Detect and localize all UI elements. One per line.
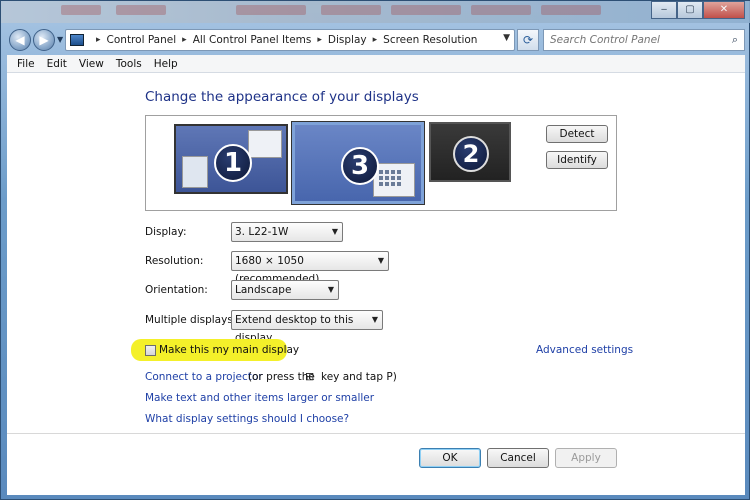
detect-button[interactable]: Detect — [546, 125, 608, 143]
breadcrumb-separator-icon: ▸ — [96, 35, 101, 45]
page-title: Change the appearance of your displays — [145, 89, 419, 105]
connect-projector-link[interactable]: Connect to a projector — [145, 371, 263, 383]
breadcrumb-separator-icon: ▸ — [182, 35, 187, 45]
chevron-down-icon[interactable]: ▼ — [503, 33, 510, 43]
display-help-link[interactable]: What display settings should I choose? — [145, 413, 349, 425]
projector-note-suffix: key and tap P) — [321, 371, 397, 383]
main-display-checkbox[interactable] — [145, 344, 156, 356]
monitor-window-preview — [373, 163, 415, 197]
windows-logo-icon: ⊞ — [305, 370, 315, 383]
divider — [7, 433, 745, 434]
monitor-arrangement-panel: 1 3 2 Detect Identify — [145, 115, 617, 211]
display-select[interactable]: 3. L22-1W ▼ — [231, 222, 343, 242]
monitor-window-preview — [182, 156, 208, 188]
refresh-button[interactable]: ⟳ — [517, 29, 539, 51]
multiple-displays-select[interactable]: Extend desktop to this display ▼ — [231, 310, 383, 344]
close-button[interactable]: ✕ — [703, 1, 745, 19]
breadcrumb-control-panel[interactable]: Control Panel — [107, 34, 177, 46]
caption-buttons: ‒ ▢ ✕ — [651, 1, 745, 19]
display-select-value: 3. L22-1W — [235, 226, 289, 238]
monitor-3-selected[interactable]: 3 — [291, 121, 425, 205]
maximize-button[interactable]: ▢ — [677, 1, 703, 19]
monitor-1[interactable]: 1 — [174, 124, 288, 194]
forward-arrow-icon: ▶ — [39, 33, 49, 47]
cancel-button[interactable]: Cancel — [487, 448, 549, 468]
resolution-label: Resolution: — [145, 255, 204, 267]
app-grid-icon — [379, 170, 401, 186]
display-label: Display: — [145, 226, 187, 238]
menu-bar: File Edit View Tools Help — [7, 55, 745, 73]
identify-button[interactable]: Identify — [546, 151, 608, 169]
recent-pages-dropdown-icon[interactable]: ▼ — [57, 35, 63, 44]
menu-tools[interactable]: Tools — [110, 58, 148, 70]
chevron-down-icon: ▼ — [327, 285, 334, 294]
apply-button[interactable]: Apply — [555, 448, 617, 468]
screen-resolution-window: ‒ ▢ ✕ ◀ ▶ ▼ ▸ Control Panel ▸ All Contro… — [0, 0, 750, 500]
multiple-displays-label: Multiple displays: — [145, 314, 237, 326]
navigation-row: ◀ ▶ ▼ ▸ Control Panel ▸ All Control Pane… — [1, 26, 750, 54]
orientation-select[interactable]: Landscape ▼ — [231, 280, 339, 300]
search-icon[interactable]: ⌕ — [732, 33, 738, 47]
ok-button[interactable]: OK — [419, 448, 481, 468]
back-arrow-icon: ◀ — [15, 33, 25, 47]
breadcrumb-screen-resolution[interactable]: Screen Resolution — [383, 34, 477, 46]
orientation-label: Orientation: — [145, 284, 208, 296]
chevron-down-icon: ▼ — [377, 256, 384, 265]
search-box: ⌕ — [543, 29, 745, 51]
address-bar[interactable]: ▸ Control Panel ▸ All Control Panel Item… — [65, 29, 515, 51]
breadcrumb-separator-icon: ▸ — [372, 35, 378, 45]
control-panel-icon — [70, 34, 84, 46]
chevron-down-icon: ▼ — [331, 227, 338, 236]
advanced-settings-link[interactable]: Advanced settings — [536, 344, 633, 356]
breadcrumb-separator-icon: ▸ — [317, 35, 322, 45]
monitor-number-badge: 3 — [341, 147, 379, 185]
text-size-link[interactable]: Make text and other items larger or smal… — [145, 392, 374, 404]
menu-edit[interactable]: Edit — [41, 58, 73, 70]
main-display-label[interactable]: Make this my main display — [159, 344, 299, 356]
title-bar: ‒ ▢ ✕ — [1, 1, 750, 23]
chevron-down-icon: ▼ — [371, 315, 378, 324]
resolution-select[interactable]: 1680 × 1050 (recommended) ▼ — [231, 251, 389, 285]
monitor-window-preview — [248, 130, 282, 158]
content-area: Change the appearance of your displays 1… — [7, 73, 745, 495]
search-input[interactable] — [550, 34, 720, 46]
monitor-number-badge: 1 — [214, 144, 252, 182]
menu-file[interactable]: File — [11, 58, 41, 70]
main-display-option[interactable]: Make this my main display — [145, 344, 299, 356]
menu-view[interactable]: View — [73, 58, 110, 70]
monitor-2[interactable]: 2 — [429, 122, 511, 182]
monitor-number-badge: 2 — [453, 136, 489, 172]
orientation-select-value: Landscape — [235, 284, 292, 296]
minimize-button[interactable]: ‒ — [651, 1, 677, 19]
refresh-icon: ⟳ — [522, 33, 534, 47]
breadcrumb-all-items[interactable]: All Control Panel Items — [193, 34, 312, 46]
back-button[interactable]: ◀ — [9, 29, 31, 51]
breadcrumb-display[interactable]: Display — [328, 34, 367, 46]
forward-button[interactable]: ▶ — [33, 29, 55, 51]
menu-help[interactable]: Help — [148, 58, 184, 70]
